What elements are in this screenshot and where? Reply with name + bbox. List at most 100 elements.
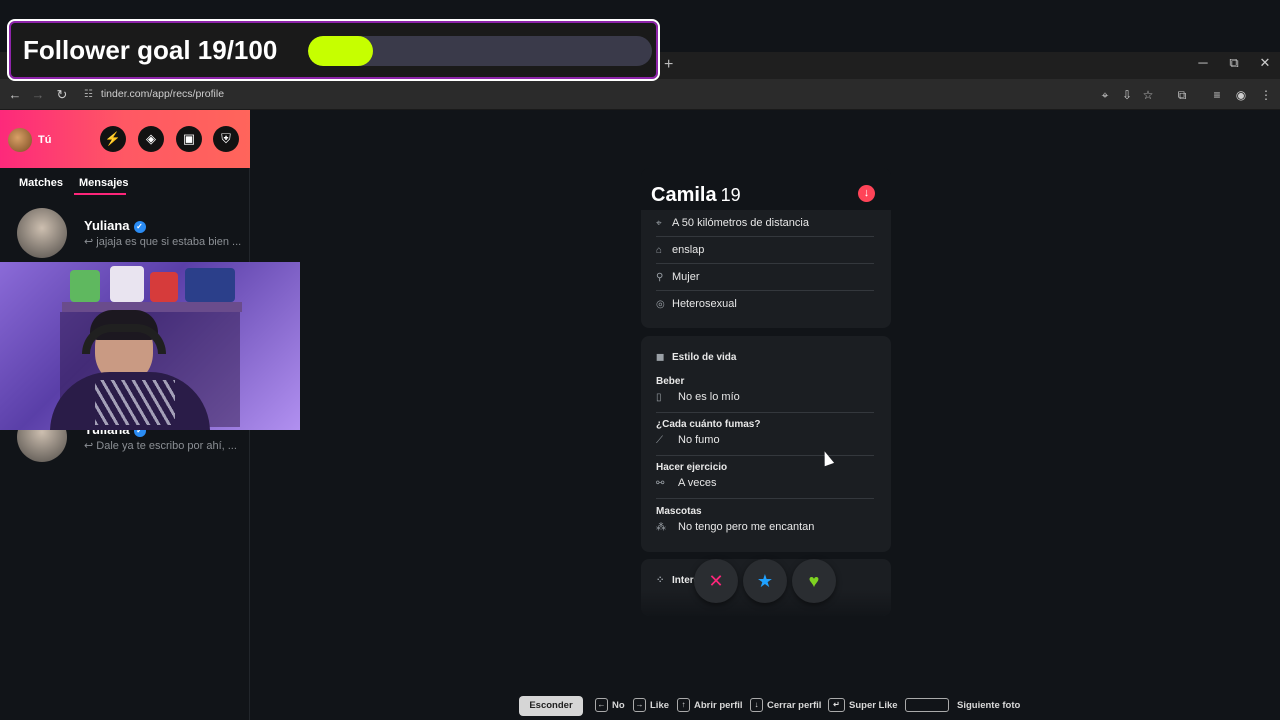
hint-label: Cerrar perfil xyxy=(767,700,822,711)
conversation-name: Yuliana xyxy=(84,218,130,233)
shield-icon[interactable]: ⛨ xyxy=(213,126,239,152)
glass-icon: ▯ xyxy=(656,392,662,403)
lifestyle-section: ◼ Estilo de vida Beber ▯ No es lo mío ¿Cad… xyxy=(641,336,891,552)
info-row-distance: ⌖ A 50 kilómetros de distancia xyxy=(656,210,874,237)
lifestyle-label: Mascotas xyxy=(656,506,702,517)
conversation-preview: jajaja es que si estaba bien ... xyxy=(96,236,242,248)
webcam-overlay xyxy=(0,262,300,430)
tab-mensajes[interactable]: Mensajes xyxy=(79,177,129,189)
left-key-icon: ← xyxy=(595,698,608,713)
reply-arrow-icon: ↩ xyxy=(84,440,94,452)
follower-goal-progress-fill xyxy=(308,36,374,66)
profile-name: Camila xyxy=(651,184,717,206)
plush-toy xyxy=(110,266,144,302)
location-pin-icon: ⌖ xyxy=(656,218,662,229)
extensions-icon[interactable]: ⧉ xyxy=(1172,85,1192,105)
info-row-education: ⌂ enslap xyxy=(656,237,874,264)
lifestyle-title: Estilo de vida xyxy=(672,352,737,363)
super-like-button[interactable]: ★ xyxy=(743,559,787,603)
tab-matches[interactable]: Matches xyxy=(19,177,63,189)
star-icon[interactable]: ☆ xyxy=(1138,85,1158,105)
right-key-icon: → xyxy=(633,698,646,713)
follower-goal-text: Follower goal 19/100 xyxy=(23,35,278,65)
hint-next-photo: Siguiente foto xyxy=(905,696,1020,716)
plush-toy xyxy=(70,270,100,302)
graduation-cap-icon: ⌂ xyxy=(656,245,663,256)
lifestyle-value-text: No tengo pero me encantan xyxy=(678,521,815,533)
nope-button[interactable]: ✕ xyxy=(694,559,738,603)
tag-icon: ◼ xyxy=(656,352,665,363)
briefcase-icon[interactable]: ▣ xyxy=(176,126,202,152)
dumbbell-icon: ⚯ xyxy=(656,478,665,489)
info-text: Mujer xyxy=(672,271,700,283)
down-key-icon: ↓ xyxy=(750,698,763,713)
space-key-icon xyxy=(905,698,949,713)
lifestyle-value: ⟋ No fumo xyxy=(656,434,874,456)
info-text: Heterosexual xyxy=(672,298,737,310)
install-icon[interactable]: ⇩ xyxy=(1117,85,1137,105)
conversation-preview: Dale ya te escribo por ahí, ... xyxy=(96,440,237,452)
x-icon: ✕ xyxy=(708,571,724,591)
menu-icon[interactable]: ⋮ xyxy=(1256,85,1276,105)
hoodie-print xyxy=(95,380,175,425)
person-icon: ⚲ xyxy=(656,272,664,283)
verified-icon: ✓ xyxy=(133,221,146,233)
lifestyle-label: ¿Cada cuánto fumas? xyxy=(656,419,761,430)
follower-goal-progress-bar xyxy=(308,36,652,66)
boost-icon[interactable]: ⚡ xyxy=(100,126,126,152)
forward-button[interactable]: → xyxy=(28,85,48,105)
plush-toy xyxy=(150,272,178,302)
info-row-gender: ⚲ Mujer xyxy=(656,264,874,291)
media-icon[interactable]: ≡ xyxy=(1207,85,1227,105)
reply-arrow-icon: ↩ xyxy=(84,236,94,248)
orientation-icon: ◎ xyxy=(656,299,665,310)
like-button[interactable]: ♥ xyxy=(792,559,836,603)
lifestyle-value-text: A veces xyxy=(678,477,717,489)
url-bar[interactable]: ☷ tinder.com/app/recs/profile xyxy=(84,84,1084,105)
profile-icon[interactable]: ◉ xyxy=(1231,85,1251,105)
hide-hints-button[interactable]: Esconder xyxy=(519,696,583,716)
hint-label: Super Like xyxy=(849,700,898,711)
hint-like: → Like xyxy=(633,696,669,716)
hint-close-profile: ↓ Cerrar perfil xyxy=(750,696,821,716)
minimize-button[interactable]: ─ xyxy=(1193,55,1213,70)
address-toolbar: ← → ↻ ☷ tinder.com/app/recs/profile ⌖ ⇩ … xyxy=(0,79,1280,110)
shelf xyxy=(62,302,242,312)
hint-label: Siguiente foto xyxy=(957,700,1021,711)
my-avatar[interactable] xyxy=(8,128,32,152)
heart-icon: ♥ xyxy=(808,571,820,591)
profile-age: 19 xyxy=(720,185,741,205)
reload-button[interactable]: ↻ xyxy=(52,85,72,105)
restore-button[interactable]: ⧉ xyxy=(1224,55,1244,71)
lifestyle-value-text: No es lo mío xyxy=(678,391,740,403)
explore-icon[interactable]: ◈ xyxy=(138,126,164,152)
close-profile-icon[interactable]: ↓ xyxy=(858,185,875,202)
info-text: A 50 kilómetros de distancia xyxy=(672,217,809,229)
back-button[interactable]: ← xyxy=(5,85,25,105)
url-text: tinder.com/app/recs/profile xyxy=(100,88,225,100)
info-row-orientation: ◎ Heterosexual xyxy=(656,291,874,318)
location-icon[interactable]: ⌖ xyxy=(1095,85,1115,105)
lifestyle-label: Beber xyxy=(656,376,685,387)
lifestyle-label: Hacer ejercicio xyxy=(656,462,728,473)
lifestyle-value: ▯ No es lo mío xyxy=(656,391,874,413)
grid-icon: ⁘ xyxy=(656,575,665,586)
star-icon: ★ xyxy=(756,571,774,591)
hint-super-like: ↵ Super Like xyxy=(828,696,898,716)
close-window-button[interactable]: ✕ xyxy=(1255,55,1275,71)
paw-icon: ⁂ xyxy=(656,522,666,533)
lifestyle-value-text: No fumo xyxy=(678,434,720,446)
smoking-icon: ⟋ xyxy=(656,435,663,446)
new-tab-button[interactable]: + xyxy=(664,56,673,74)
active-tab-indicator xyxy=(74,193,126,195)
hint-label: Like xyxy=(650,700,670,711)
box-stack xyxy=(185,268,235,302)
list-item[interactable]: Yuliana ✓ ↩ jajaja es que si estaba bien … xyxy=(0,208,250,264)
lifestyle-value: ⚯ A veces xyxy=(656,477,874,499)
enter-key-icon: ↵ xyxy=(828,698,845,713)
my-profile-label[interactable]: Tú xyxy=(38,134,51,146)
hint-open-profile: ↑ Abrir perfil xyxy=(677,696,743,716)
sidebar-header: Tú ⚡ ◈ ▣ ⛨ xyxy=(0,110,250,168)
hint-label: Abrir perfil xyxy=(694,700,743,711)
site-settings-icon[interactable]: ☷ xyxy=(84,84,98,105)
